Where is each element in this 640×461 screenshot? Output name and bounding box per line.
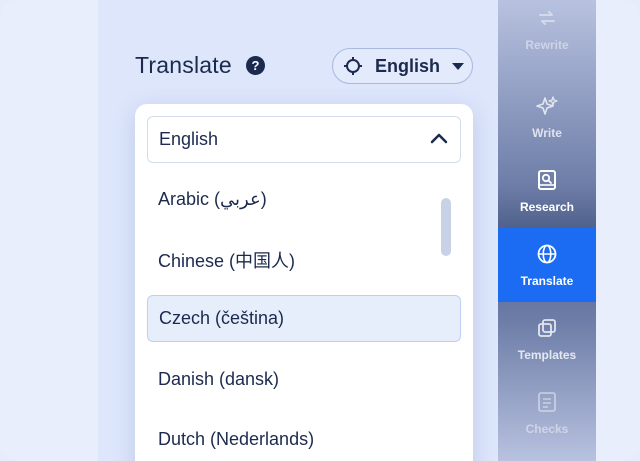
help-icon[interactable]: ? <box>246 56 265 75</box>
sidebar-item-rewrite[interactable]: Rewrite <box>498 0 596 66</box>
chevron-up-icon[interactable] <box>430 131 448 145</box>
background-strip <box>596 0 640 461</box>
checklist-icon <box>538 391 556 412</box>
language-dropdown: English Arabic (عربي) Chinese (中国人) Czec… <box>135 104 473 461</box>
layers-icon <box>538 318 556 337</box>
caret-down-icon <box>452 62 465 70</box>
select-value: English <box>159 129 219 149</box>
page-title: Translate <box>135 52 232 78</box>
sidebar-item-label: Research <box>519 199 575 214</box>
sidebar-item-label: Templates <box>517 347 577 362</box>
sidebar-item-label: Checks <box>525 421 569 436</box>
globe-icon <box>537 244 557 263</box>
sidebar-item-label: Write <box>532 125 562 140</box>
language-select[interactable]: English <box>147 116 461 163</box>
tools-sidebar: Rewrite Write Research Translate Templat… <box>498 0 596 461</box>
sidebar-item-label: Rewrite <box>525 37 569 52</box>
option-chinese[interactable]: Chinese (中国人) <box>147 236 461 283</box>
language-pill-label: English <box>375 55 441 76</box>
crosshair-icon <box>344 57 362 75</box>
arrows-cycle-icon <box>539 10 555 25</box>
option-dutch[interactable]: Dutch (Nederlands) <box>147 416 461 461</box>
option-danish[interactable]: Danish (dansk) <box>147 356 461 403</box>
option-czech[interactable]: Czech (čeština) <box>147 295 461 342</box>
sidebar-item-templates[interactable]: Templates <box>498 302 596 376</box>
sidebar-item-write[interactable]: Write <box>498 80 596 154</box>
sidebar-item-research[interactable]: Research <box>498 154 596 228</box>
sidebar-item-label: Translate <box>520 273 574 288</box>
option-arabic[interactable]: Arabic (عربي) <box>147 176 461 223</box>
sparkle-icon <box>536 95 558 115</box>
dropdown-scrollbar[interactable] <box>441 198 451 256</box>
sidebar-item-translate[interactable]: Translate <box>498 228 596 302</box>
sidebar-item-checks[interactable]: Checks <box>498 376 596 450</box>
language-selector-button[interactable]: English <box>332 48 473 84</box>
book-search-icon <box>538 169 556 190</box>
app-frame: Translate ? English English Arabic (عربي… <box>0 0 640 461</box>
